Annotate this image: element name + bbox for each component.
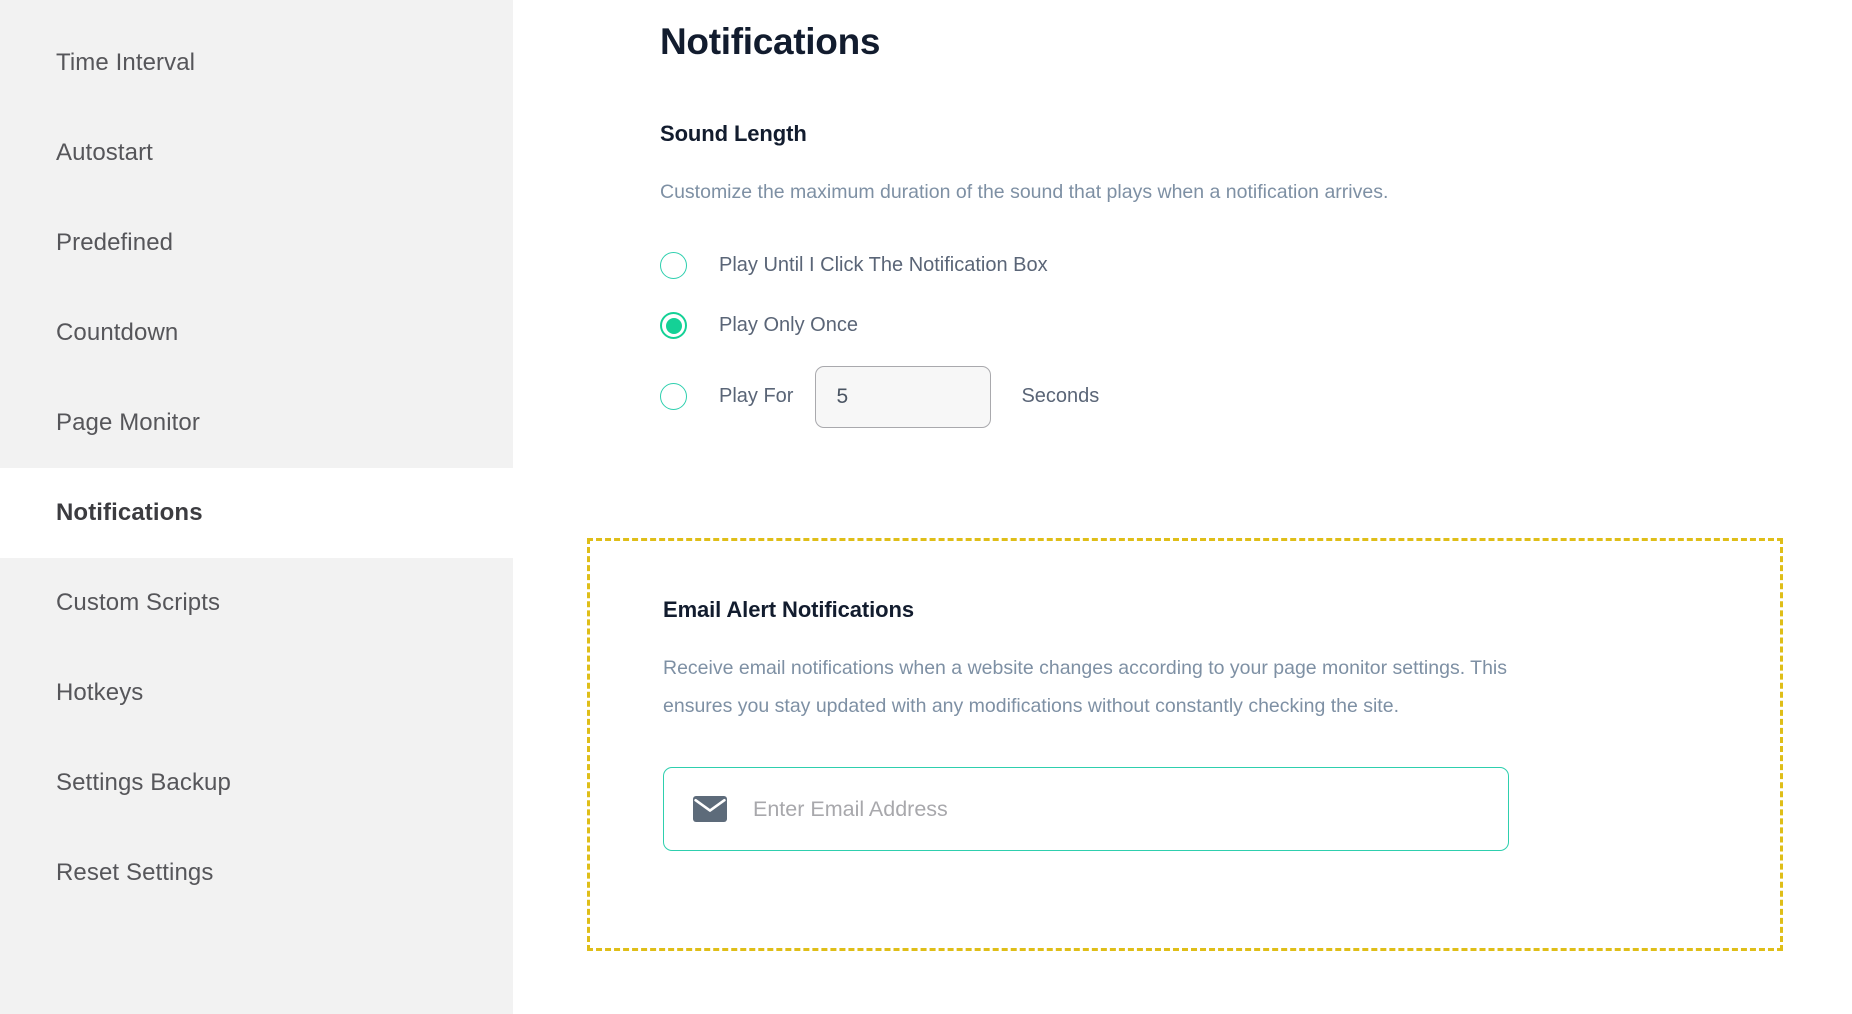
sidebar-item-label: Custom Scripts xyxy=(56,589,221,616)
sidebar-item-autostart[interactable]: Autostart xyxy=(0,108,513,198)
sidebar-item-reset-settings[interactable]: Reset Settings xyxy=(0,828,513,918)
radio-label: Play Until I Click The Notification Box xyxy=(719,254,1048,277)
sidebar-item-label: Predefined xyxy=(56,229,174,256)
sidebar-item-custom-scripts[interactable]: Custom Scripts xyxy=(0,558,513,648)
email-input[interactable] xyxy=(753,768,1508,851)
email-alert-notifications-section: Email Alert Notifications Receive email … xyxy=(587,538,1783,951)
settings-page: Time Interval Autostart Predefined Count… xyxy=(0,0,1852,1014)
settings-sidebar: Time Interval Autostart Predefined Count… xyxy=(0,0,513,1014)
seconds-input[interactable] xyxy=(815,365,992,428)
radio-option-play-only-once[interactable]: Play Only Once xyxy=(660,303,1852,349)
email-alerts-description: Receive email notifications when a websi… xyxy=(663,657,1508,718)
radio-label: Play Only Once xyxy=(719,314,858,337)
radio-inner-dot xyxy=(665,317,682,334)
sidebar-item-label: Reset Settings xyxy=(56,859,214,886)
sidebar-item-label: Autostart xyxy=(56,139,153,166)
sidebar-item-label: Notifications xyxy=(56,499,203,526)
sound-length-heading: Sound Length xyxy=(660,120,807,146)
sidebar-item-countdown[interactable]: Countdown xyxy=(0,288,513,378)
envelope-icon xyxy=(693,796,727,823)
sidebar-item-label: Settings Backup xyxy=(56,769,231,796)
radio-button-unselected[interactable] xyxy=(660,383,687,411)
radio-label: Play For xyxy=(719,385,794,408)
sidebar-item-label: Time Interval xyxy=(56,49,196,76)
sidebar-item-label: Page Monitor xyxy=(56,409,200,436)
radio-option-play-until-click[interactable]: Play Until I Click The Notification Box xyxy=(660,243,1852,289)
sidebar-item-hotkeys[interactable]: Hotkeys xyxy=(0,648,513,738)
sidebar-item-notifications[interactable]: Notifications xyxy=(0,468,513,558)
sound-length-section: Sound Length Customize the maximum durat… xyxy=(660,121,1852,431)
email-alerts-heading: Email Alert Notifications xyxy=(663,597,914,622)
sidebar-item-time-interval[interactable]: Time Interval xyxy=(0,18,513,108)
radio-button-unselected[interactable] xyxy=(660,252,687,280)
sidebar-item-label: Countdown xyxy=(56,319,179,346)
email-input-wrapper[interactable] xyxy=(663,767,1509,852)
sound-length-description: Customize the maximum duration of the so… xyxy=(660,180,1389,203)
radio-button-selected[interactable] xyxy=(660,312,687,340)
sidebar-item-predefined[interactable]: Predefined xyxy=(0,198,513,288)
page-title: Notifications xyxy=(660,21,881,62)
sidebar-item-settings-backup[interactable]: Settings Backup xyxy=(0,738,513,828)
sidebar-item-label: Hotkeys xyxy=(56,679,144,706)
main-content: Notifications Sound Length Customize the… xyxy=(513,0,1852,1014)
radio-option-play-for[interactable]: Play For Seconds xyxy=(660,363,1852,431)
sound-length-radio-group: Play Until I Click The Notification Box … xyxy=(660,243,1852,431)
sidebar-item-page-monitor[interactable]: Page Monitor xyxy=(0,378,513,468)
seconds-unit-label: Seconds xyxy=(1021,385,1100,408)
